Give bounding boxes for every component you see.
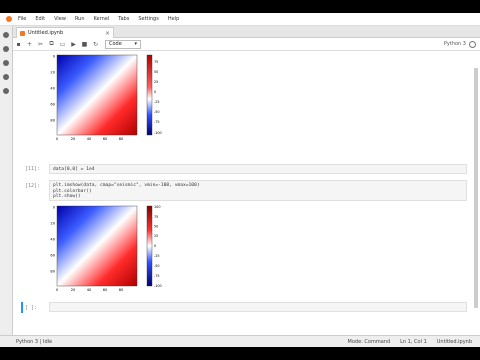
left-sidebar bbox=[0, 26, 13, 335]
y-tick-label: 40 bbox=[50, 238, 55, 242]
tab-title: Untitled.ipynb bbox=[28, 30, 64, 36]
colorbar-tick-label: 50 bbox=[154, 70, 158, 74]
x-tick-label: 80 bbox=[119, 137, 124, 141]
colorbar bbox=[146, 205, 153, 287]
cell-prompt: [ ]: bbox=[25, 305, 38, 311]
kernel-name: Python 3 bbox=[443, 41, 466, 47]
menu-tabs[interactable]: Tabs bbox=[118, 16, 129, 22]
folder-icon[interactable] bbox=[3, 32, 9, 38]
save-icon[interactable]: ▪ bbox=[13, 41, 24, 48]
menu-view[interactable]: View bbox=[54, 16, 66, 22]
colorbar-tick-label: -50 bbox=[154, 264, 160, 268]
cut-icon[interactable]: ✂ bbox=[35, 41, 46, 48]
menu-edit[interactable]: Edit bbox=[35, 16, 45, 22]
colorbar bbox=[146, 54, 153, 136]
colorbar-tick-label: -100 bbox=[154, 131, 162, 135]
y-tick-label: 40 bbox=[50, 87, 55, 91]
menu-file[interactable]: File bbox=[18, 16, 26, 22]
y-tick-label: 20 bbox=[50, 222, 55, 226]
kernel-status: Python 3 | Idle bbox=[16, 339, 53, 345]
heatmap-image bbox=[56, 54, 138, 136]
colorbar-tick-label: -50 bbox=[154, 110, 160, 114]
colorbar-tick-label: 100 bbox=[154, 205, 160, 209]
x-tick-label: 40 bbox=[87, 137, 92, 141]
x-tick-label: 20 bbox=[71, 137, 76, 141]
wrench-icon[interactable] bbox=[3, 74, 9, 80]
colorbar-tick-label: -75 bbox=[154, 120, 160, 124]
colorbar-tick-label: 25 bbox=[154, 234, 158, 238]
y-tick-label: 60 bbox=[50, 103, 55, 107]
y-tick-label: 80 bbox=[50, 270, 55, 274]
colorbar-tick-label: -100 bbox=[154, 284, 162, 288]
output-plot-2: 0 20 40 60 80 0 20 40 60 80 100 75 50 25… bbox=[50, 205, 162, 292]
code-cell-editor[interactable]: plt.imshow(data, cmap="seismic", vmin=-1… bbox=[49, 180, 467, 201]
x-tick-label: 60 bbox=[103, 288, 108, 292]
code-line: data[0,0] = 1e4 bbox=[53, 167, 95, 172]
running-icon[interactable] bbox=[3, 46, 9, 52]
colorbar-tick-label: 25 bbox=[154, 80, 158, 84]
notebook-icon bbox=[20, 30, 25, 36]
notebook-area: 0 20 40 60 80 0 20 40 60 80 75 50 25 0 -… bbox=[13, 51, 480, 335]
mode-status: Mode: Command bbox=[347, 339, 391, 345]
colorbar-tick-label: -25 bbox=[154, 254, 160, 258]
cell-prompt: [11]: bbox=[25, 166, 41, 172]
add-cell-icon[interactable]: + bbox=[24, 41, 35, 48]
code-cell-editor[interactable]: data[0,0] = 1e4 bbox=[49, 164, 467, 174]
y-tick-label: 0 bbox=[53, 206, 56, 210]
x-tick-label: 60 bbox=[103, 137, 108, 141]
jupyterlab-window: File Edit View Run Kernel Tabs Settings … bbox=[0, 13, 480, 347]
menu-bar: File Edit View Run Kernel Tabs Settings … bbox=[0, 13, 480, 26]
status-bar: Python 3 | Idle Mode: Command Ln 1, Col … bbox=[0, 335, 480, 347]
y-tick-label: 20 bbox=[50, 71, 55, 75]
heatmap-image bbox=[56, 205, 138, 287]
menu-run[interactable]: Run bbox=[75, 16, 85, 22]
cursor-position: Ln 1, Col 1 bbox=[400, 339, 427, 345]
cell-prompt: [12]: bbox=[25, 183, 41, 189]
close-icon[interactable]: × bbox=[105, 30, 110, 37]
x-tick-label: 0 bbox=[56, 137, 59, 141]
x-tick-label: 80 bbox=[119, 288, 124, 292]
menu-kernel[interactable]: Kernel bbox=[94, 16, 110, 22]
active-cell-indicator bbox=[21, 302, 23, 313]
colorbar-tick-label: 50 bbox=[154, 225, 158, 229]
menu-help[interactable]: Help bbox=[168, 16, 179, 22]
colorbar-tick-label: 75 bbox=[154, 215, 158, 219]
x-tick-label: 0 bbox=[56, 288, 59, 292]
colorbar-tick-label: 0 bbox=[154, 90, 156, 94]
menu-settings[interactable]: Settings bbox=[138, 16, 159, 22]
kernel-status-icon bbox=[469, 40, 476, 48]
x-tick-label: 20 bbox=[71, 288, 76, 292]
code-line: plt.show() bbox=[53, 194, 81, 199]
jupyter-logo-icon bbox=[6, 16, 12, 22]
tab-notebook[interactable]: Untitled.ipynb × bbox=[16, 27, 114, 38]
output-plot-1: 0 20 40 60 80 0 20 40 60 80 75 50 25 0 -… bbox=[50, 54, 162, 142]
tabs-icon[interactable] bbox=[3, 88, 9, 94]
file-name: Untitled.ipynb bbox=[436, 339, 472, 345]
y-tick-label: 80 bbox=[50, 119, 55, 123]
colorbar-tick-label: -75 bbox=[154, 274, 160, 278]
palette-icon[interactable] bbox=[3, 60, 9, 66]
x-tick-label: 40 bbox=[87, 288, 92, 292]
y-tick-label: 60 bbox=[50, 254, 55, 258]
colorbar-tick-label: 0 bbox=[154, 244, 156, 248]
notebook-scrollbar[interactable] bbox=[474, 68, 478, 308]
y-tick-label: 0 bbox=[53, 55, 56, 59]
colorbar-tick-label: -25 bbox=[154, 100, 160, 104]
colorbar-tick-label: 75 bbox=[154, 60, 158, 64]
tab-strip: Untitled.ipynb × bbox=[13, 26, 480, 38]
code-cell-editor[interactable] bbox=[49, 302, 467, 312]
kernel-indicator[interactable]: Python 3 bbox=[443, 40, 480, 48]
